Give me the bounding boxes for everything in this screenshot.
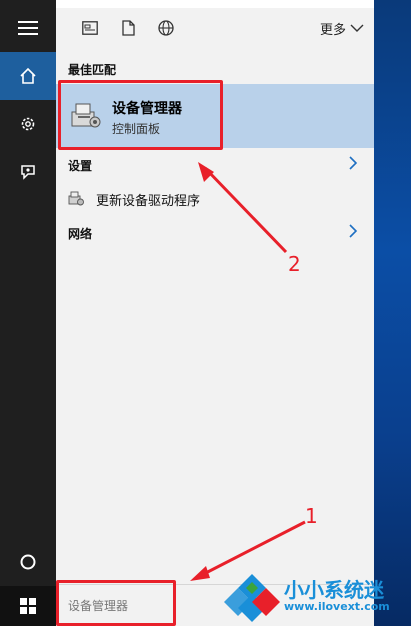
network-section-header[interactable]: 网络	[56, 220, 374, 246]
document-icon	[121, 20, 135, 36]
driver-update-icon	[68, 191, 84, 206]
more-label: 更多	[319, 23, 346, 38]
settings-section-header[interactable]: 设置	[56, 152, 374, 178]
cortana-button[interactable]	[0, 540, 56, 584]
watermark-url: www.ilovext.com	[284, 600, 390, 613]
more-filters-button[interactable]: 更多	[320, 19, 364, 38]
settings-button[interactable]	[0, 102, 56, 146]
annotation-box-best-match	[58, 80, 223, 150]
annotation-box-search	[56, 580, 176, 626]
hamburger-menu-button[interactable]	[0, 8, 56, 48]
windows-logo-icon	[20, 598, 36, 614]
watermark: 小小系统迷 www.ilovext.com	[222, 568, 411, 626]
update-driver-label: 更新设备驱动程序	[96, 194, 201, 209]
watermark-logo-icon	[224, 574, 280, 622]
annotation-step-1: 1	[305, 504, 318, 528]
chevron-down-icon	[350, 24, 364, 32]
chevron-right-icon	[349, 156, 358, 170]
taskbar-rail	[0, 0, 56, 626]
filter-web-button[interactable]	[156, 18, 176, 38]
settings-heading: 设置	[68, 159, 93, 173]
watermark-title: 小小系统迷	[284, 578, 384, 602]
hamburger-icon	[18, 21, 38, 35]
start-button[interactable]	[0, 586, 56, 626]
desktop-background	[374, 0, 411, 626]
home-icon	[20, 67, 36, 84]
chevron-right-icon	[349, 224, 358, 238]
home-button[interactable]	[0, 52, 56, 100]
filter-apps-button[interactable]	[80, 18, 100, 38]
cortana-circle-icon	[20, 554, 36, 570]
list-item-update-driver[interactable]: 更新设备驱动程序	[56, 184, 374, 212]
network-heading: 网络	[68, 227, 93, 241]
filter-toolbar: 更多	[56, 8, 374, 48]
gear-icon	[21, 117, 35, 131]
best-match-heading: 最佳匹配	[68, 63, 117, 77]
feedback-button[interactable]	[0, 150, 56, 194]
annotation-step-2: 2	[288, 252, 301, 276]
filter-documents-button[interactable]	[118, 18, 138, 38]
feedback-icon	[21, 165, 35, 180]
globe-icon	[158, 20, 174, 36]
app-window-icon	[82, 21, 98, 35]
